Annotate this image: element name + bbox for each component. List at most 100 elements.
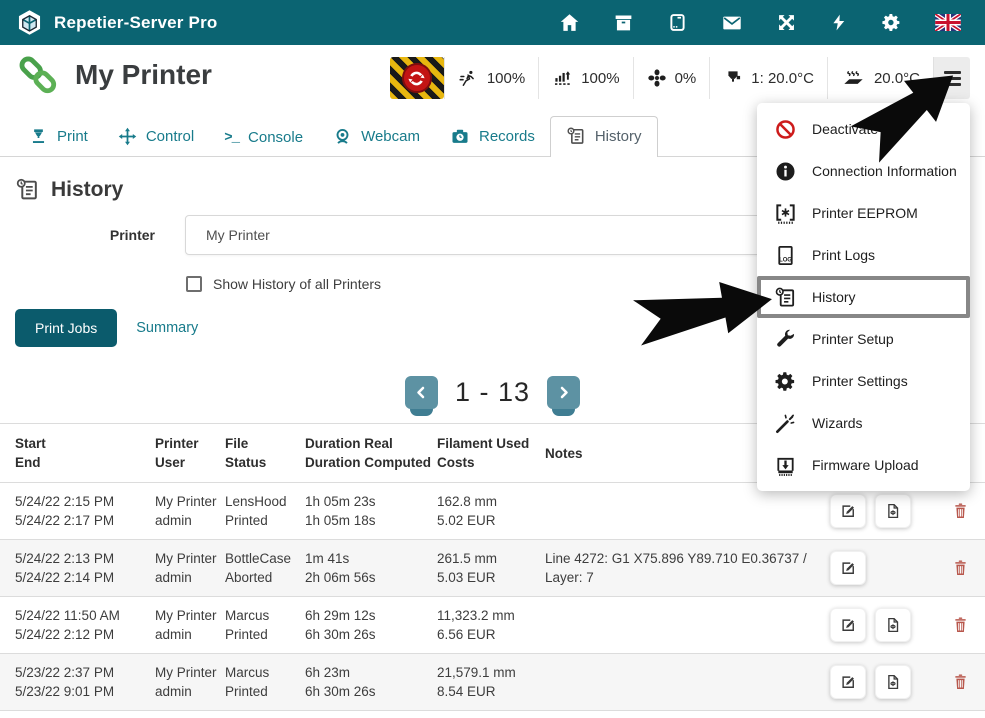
- edit-notes-button[interactable]: [830, 608, 866, 642]
- tab-label: History: [595, 128, 642, 145]
- trash-icon: [951, 615, 970, 635]
- printer-menu-button[interactable]: [933, 57, 970, 99]
- extruder-temp-value: 1: 20.0°C: [751, 70, 814, 87]
- firmware-upload-icon: [774, 454, 797, 477]
- pdf-report-button[interactable]: [875, 608, 911, 642]
- flag-uk-icon[interactable]: [935, 14, 961, 31]
- menu-item-history[interactable]: History: [757, 276, 970, 318]
- records-camera-icon: [450, 127, 470, 146]
- menu-item-connection-information[interactable]: Connection Information: [757, 150, 970, 192]
- trash-icon: [951, 501, 970, 521]
- tab-label: Console: [248, 129, 303, 146]
- bed-temp-value: 20.0°C: [874, 70, 920, 87]
- pdf-report-button[interactable]: [875, 665, 911, 699]
- tab-console[interactable]: >_ Console: [209, 120, 318, 156]
- svg-text:LOG: LOG: [779, 257, 792, 263]
- delete-entry-button[interactable]: [951, 558, 970, 578]
- emergency-stop-button[interactable]: [390, 57, 444, 99]
- chevron-left-icon: [414, 385, 429, 400]
- edit-icon: [839, 559, 857, 577]
- speed-value: 100%: [487, 70, 525, 87]
- page-title: History: [51, 178, 123, 202]
- tab-control[interactable]: Control: [103, 118, 209, 156]
- tab-label: Control: [146, 128, 194, 145]
- summary-link[interactable]: Summary: [136, 320, 198, 336]
- printer-select[interactable]: My Printer: [185, 215, 770, 255]
- expand-icon[interactable]: [776, 12, 797, 33]
- chevron-right-icon: [556, 385, 571, 400]
- home-icon[interactable]: [559, 12, 580, 33]
- eeprom-icon: [774, 202, 797, 225]
- print-jobs-button[interactable]: Print Jobs: [15, 309, 117, 347]
- tab-print[interactable]: Print: [14, 118, 103, 156]
- flow-multiplier-segment[interactable]: 100%: [538, 57, 632, 99]
- printer-select-label: Printer: [15, 215, 155, 255]
- wand-icon: [774, 412, 797, 435]
- edit-notes-button[interactable]: [830, 494, 866, 528]
- fan-value: 0%: [675, 70, 697, 87]
- printer-select-value: My Printer: [206, 227, 270, 243]
- delete-entry-button[interactable]: [951, 672, 970, 692]
- fan-segment[interactable]: 0%: [633, 57, 710, 99]
- extruder-icon: [723, 68, 743, 88]
- checkbox-label: Show History of all Printers: [213, 276, 381, 292]
- printer-title: My Printer: [75, 59, 212, 91]
- tab-history[interactable]: History: [550, 116, 658, 157]
- box-icon[interactable]: [613, 12, 634, 33]
- delete-entry-button[interactable]: [951, 501, 970, 521]
- trash-icon: [951, 558, 970, 578]
- delete-entry-button[interactable]: [951, 615, 970, 635]
- printer-statusbar: 100% 100% 0% 1: 20.0°C 20.0°C: [390, 57, 970, 99]
- link-icon: [15, 52, 61, 98]
- page-range: 1 - 13: [455, 377, 530, 408]
- reset-icon: [402, 63, 432, 93]
- edit-icon: [839, 616, 857, 634]
- pdf-icon: [884, 502, 902, 520]
- menu-item-firmware-upload[interactable]: Firmware Upload: [757, 444, 970, 486]
- gear-icon: [774, 370, 797, 393]
- tab-label: Records: [479, 128, 535, 145]
- tab-records[interactable]: Records: [435, 118, 550, 156]
- table-row: 5/24/22 2:13 PM5/24/22 2:14 PM My Printe…: [0, 540, 985, 597]
- extruder-temp-segment[interactable]: 1: 20.0°C: [709, 57, 827, 99]
- tablet-icon[interactable]: [667, 12, 688, 33]
- prev-page-button[interactable]: [405, 376, 438, 409]
- mail-icon[interactable]: [721, 12, 743, 34]
- edit-notes-button[interactable]: [830, 665, 866, 699]
- menu-item-wizards[interactable]: Wizards: [757, 402, 970, 444]
- printer-header: My Printer 100% 100% 0%: [0, 45, 985, 105]
- next-page-button[interactable]: [547, 376, 580, 409]
- table-row: 5/23/22 2:37 PM5/23/22 9:01 PM My Printe…: [0, 654, 985, 711]
- bed-temp-segment[interactable]: 20.0°C: [827, 57, 933, 99]
- console-icon: >_: [224, 130, 239, 146]
- speed-multiplier-segment[interactable]: 100%: [444, 57, 538, 99]
- menu-item-printer-eeprom[interactable]: Printer EEPROM: [757, 192, 970, 234]
- history-icon: [15, 177, 40, 202]
- menu-item-print-logs[interactable]: LOG Print Logs: [757, 234, 970, 276]
- fan-icon: [647, 68, 667, 88]
- gear-icon[interactable]: [881, 12, 902, 33]
- info-icon: [774, 160, 797, 183]
- menu-item-deactivate[interactable]: Deactivate: [757, 108, 970, 150]
- print-icon: [29, 127, 48, 146]
- show-all-printers-checkbox[interactable]: [186, 276, 202, 292]
- bolt-icon[interactable]: [830, 12, 848, 33]
- tab-webcam[interactable]: Webcam: [318, 118, 435, 156]
- printer-dropdown-menu: Deactivate Connection Information Printe…: [757, 103, 970, 491]
- tab-label: Print: [57, 128, 88, 145]
- top-navbar: Repetier-Server Pro: [0, 0, 985, 45]
- app-title: Repetier-Server Pro: [54, 13, 217, 33]
- pdf-report-button[interactable]: [875, 494, 911, 528]
- log-icon: LOG: [774, 244, 797, 267]
- pdf-icon: [884, 673, 902, 691]
- flow-value: 100%: [581, 70, 619, 87]
- edit-notes-button[interactable]: [830, 551, 866, 585]
- hamburger-icon: [944, 71, 961, 86]
- speed-icon: [458, 69, 479, 88]
- menu-item-printer-setup[interactable]: Printer Setup: [757, 318, 970, 360]
- menu-item-printer-settings[interactable]: Printer Settings: [757, 360, 970, 402]
- table-row: 5/24/22 2:15 PM5/24/22 2:17 PM My Printe…: [0, 483, 985, 540]
- wrench-icon: [774, 328, 797, 351]
- heated-bed-icon: [841, 68, 866, 88]
- navbar-icons: [559, 12, 969, 34]
